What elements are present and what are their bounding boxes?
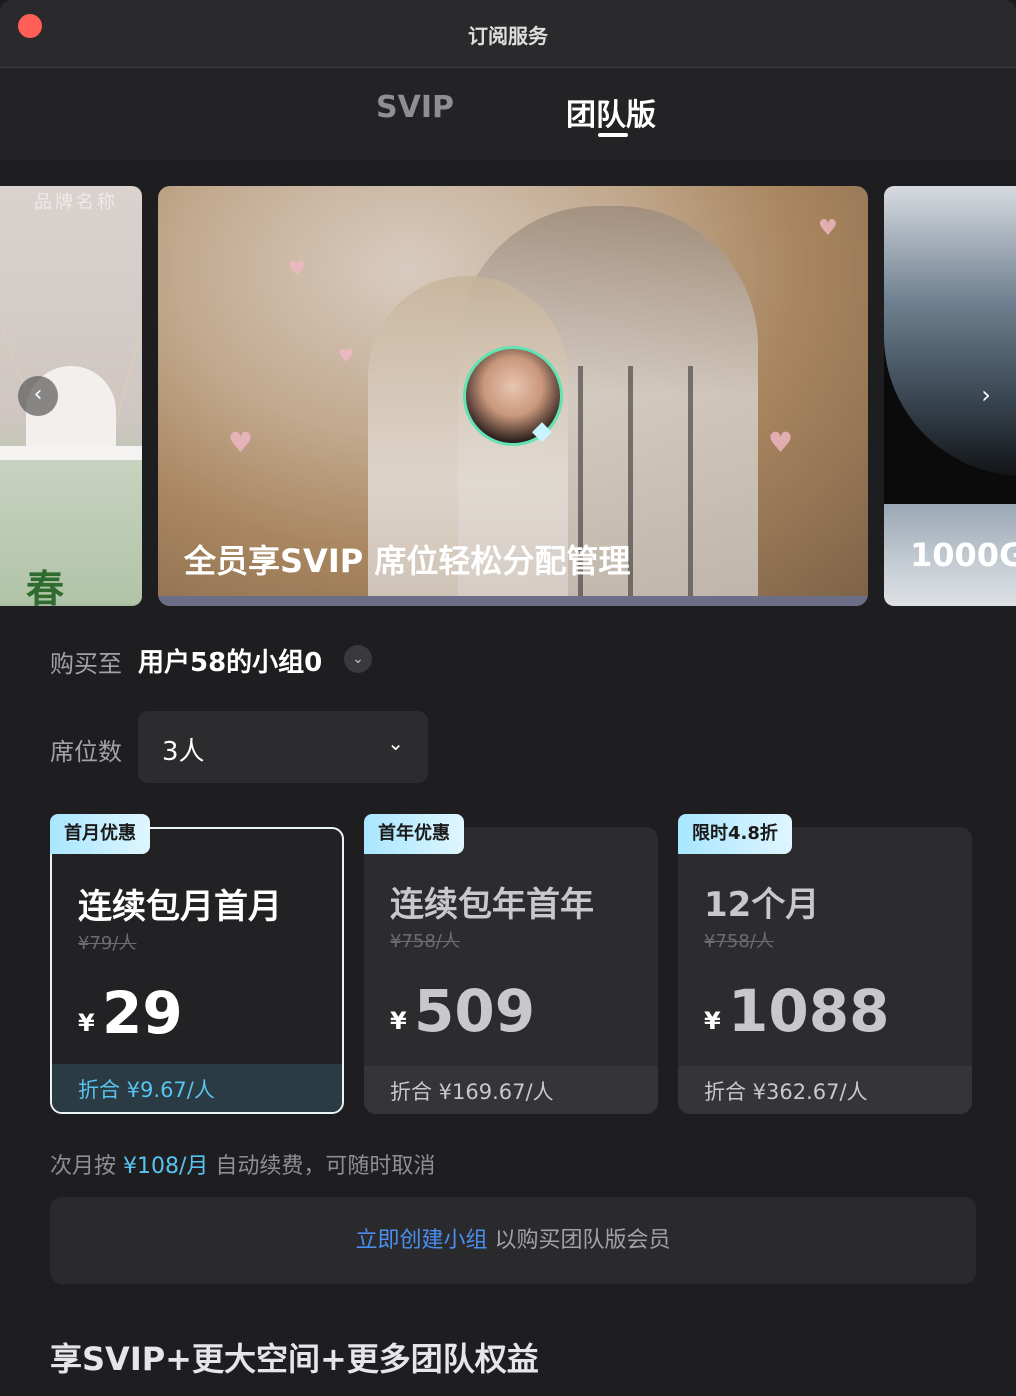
plan-currency: ¥ — [390, 1007, 407, 1035]
shirt-stripe — [688, 366, 693, 606]
heart-icon: ♥ — [228, 426, 254, 459]
banner-right-caption: 1000G — [910, 536, 1016, 574]
title-bar: 订阅服务 — [0, 0, 1016, 68]
plan-footer: 折合 ¥9.67/人 — [52, 1064, 342, 1112]
surfer-image — [884, 186, 1016, 476]
plan-original-price: ¥758/人 — [704, 931, 774, 952]
diamond-icon: ◆ — [532, 416, 552, 446]
chevron-down-icon[interactable]: ⌄ — [344, 645, 372, 673]
plan-card-monthly[interactable]: 连续包月首月 ¥79/人 ¥ 29 折合 ¥9.67/人 — [50, 827, 344, 1114]
group-name[interactable]: 用户58的小组0 — [138, 642, 322, 679]
heart-icon: ♥ — [288, 256, 306, 280]
plan-price: 1088 — [728, 977, 890, 1045]
plan-card-12-months[interactable]: 12个月 ¥758/人 ¥ 1088 折合 ¥362.67/人 — [678, 827, 972, 1114]
plan-price: 509 — [414, 977, 536, 1045]
tab-svip[interactable]: SVIP — [376, 90, 454, 125]
seats-value: 3人 — [162, 737, 205, 767]
carousel-prev-button[interactable]: ‹ — [18, 376, 58, 416]
tab-bar: SVIP 团队版 — [0, 68, 1016, 160]
tab-team[interactable]: 团队版 — [566, 90, 656, 134]
buy-to-label: 购买至 — [50, 650, 122, 678]
plan-price: 29 — [102, 979, 183, 1047]
benefits-section-title: 享SVIP+更大空间+更多团队权益 — [50, 1340, 539, 1378]
renew-prefix: 次月按 — [50, 1154, 123, 1179]
create-group-prompt: 立即创建小组 以购买团队版会员 — [50, 1197, 976, 1284]
seats-label: 席位数 — [50, 738, 122, 766]
plan-badge: 限时4.8折 — [678, 814, 792, 854]
subscription-window: 订阅服务 SVIP 团队版 品牌名称 春 天 ‹ ♥ ♥ ♥ ♥ ♥ ◆ 全员享… — [0, 0, 1016, 1396]
seats-select[interactable]: 3人 ⌄ — [138, 711, 428, 783]
banner-progress-bar — [158, 596, 868, 606]
carousel-next-button[interactable]: › — [966, 376, 1006, 416]
heart-icon: ♥ — [768, 426, 794, 459]
plan-footer: 折合 ¥362.67/人 — [678, 1066, 972, 1114]
banner-spring-text: 春 天 — [26, 566, 75, 606]
plan-original-price: ¥758/人 — [390, 931, 460, 952]
window-title: 订阅服务 — [468, 24, 548, 48]
plan-per-person: 折合 ¥9.67/人 — [78, 1078, 215, 1102]
plan-badge: 首月优惠 — [50, 814, 150, 854]
chevron-down-icon: ⌄ — [387, 731, 404, 755]
plan-per-person: 折合 ¥362.67/人 — [704, 1080, 868, 1104]
heart-icon: ♥ — [338, 346, 355, 367]
shelf-image — [0, 446, 142, 460]
plan-per-person: 折合 ¥169.67/人 — [390, 1080, 554, 1104]
renew-suffix: 自动续费，可随时取消 — [208, 1154, 436, 1179]
banner-brand-text: 品牌名称 — [34, 192, 118, 213]
heart-icon: ♥ — [818, 216, 838, 241]
plan-original-price: ¥79/人 — [78, 933, 137, 954]
plan-title: 12个月 — [704, 885, 820, 925]
active-tab-indicator — [598, 133, 628, 137]
create-group-text: 以购买团队版会员 — [487, 1228, 671, 1253]
banner-main-slide[interactable]: ♥ ♥ ♥ ♥ ♥ ◆ 全员享SVIP 席位轻松分配管理 — [158, 186, 868, 606]
plan-currency: ¥ — [78, 1009, 95, 1037]
plan-title: 连续包年首年 — [390, 885, 594, 925]
plan-badge: 首年优惠 — [364, 814, 464, 854]
banner-caption: 全员享SVIP 席位轻松分配管理 — [184, 542, 631, 580]
create-group-link[interactable]: 立即创建小组 — [355, 1228, 487, 1253]
plan-footer: 折合 ¥169.67/人 — [364, 1066, 658, 1114]
renew-note: 次月按 ¥108/月 自动续费，可随时取消 — [50, 1148, 435, 1180]
plan-title: 连续包月首月 — [78, 887, 282, 927]
plan-currency: ¥ — [704, 1007, 721, 1035]
renew-price: ¥108/月 — [123, 1154, 209, 1179]
plan-card-yearly[interactable]: 连续包年首年 ¥758/人 ¥ 509 折合 ¥169.67/人 — [364, 827, 658, 1114]
